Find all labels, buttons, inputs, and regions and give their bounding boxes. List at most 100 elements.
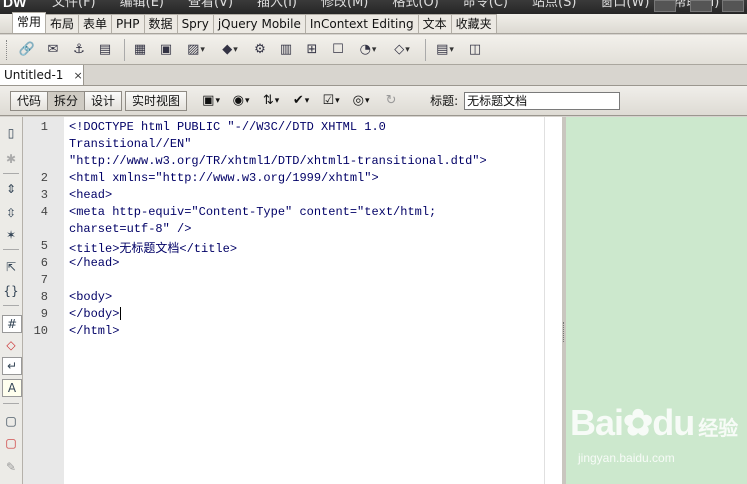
code-scrollbar[interactable] (544, 117, 563, 484)
close-icon[interactable]: × (73, 69, 82, 82)
templates-icon[interactable]: ▤ (430, 39, 460, 61)
script-icon[interactable]: ◇ (387, 39, 417, 61)
code-editor[interactable]: <!DOCTYPE html PUBLIC "-//W3C//DTD XHTML… (64, 117, 544, 484)
line-numbers-icon[interactable]: # (2, 315, 22, 333)
line-number: 4 (40, 205, 48, 219)
code-line: Transitional//EN" (69, 137, 192, 151)
collapse-full-tag-icon[interactable]: ⇕ (2, 181, 20, 197)
design-view-button[interactable]: 设计 (84, 90, 123, 111)
extend-icon[interactable] (690, 0, 712, 12)
toolbar-separator (3, 305, 19, 306)
layout-switch-icon[interactable] (654, 0, 676, 12)
watermark-url: jingyan.baidu.com (578, 451, 675, 465)
code-line: <!DOCTYPE html PUBLIC "-//W3C//DTD XHTML… (69, 120, 386, 134)
toolbar-separator (3, 173, 19, 174)
menu-site[interactable]: 站点(S) (520, 0, 588, 12)
expand-all-icon[interactable]: ✶ (2, 227, 20, 243)
tab-spry[interactable]: Spry (176, 14, 214, 33)
file-management-icon[interactable]: ⇅ (260, 91, 282, 111)
watermark-cn: 经验 (698, 416, 739, 440)
date-icon[interactable]: ▥ (275, 39, 297, 61)
line-number: 1 (40, 120, 48, 134)
widget-icon[interactable]: ⚙ (249, 39, 271, 61)
table-icon[interactable]: ▦ (129, 39, 151, 61)
insert-toolbar: 🔗 ✉ ⚓ ▤ ▦ ▣ ▨ ◆ ⚙ ▥ ⊞ ☐ ◔ ◇ ▤ ◫ (0, 35, 747, 65)
menu-commands[interactable]: 命令(C) (451, 0, 520, 12)
syntax-coloring-icon[interactable]: A (2, 379, 22, 397)
remove-comment-icon[interactable]: ▢ (2, 435, 20, 451)
line-number: 2 (40, 171, 48, 185)
menu-insert[interactable]: 插入(I) (245, 0, 309, 12)
apply-comment-icon[interactable]: ▢ (2, 413, 20, 429)
tab-layout[interactable]: 布局 (45, 14, 80, 33)
check-browser-icon[interactable]: ☑ (320, 91, 342, 111)
baidu-watermark: Bai✿du 经验 (570, 402, 738, 444)
title-label: 标题: (430, 94, 459, 108)
tab-common[interactable]: 常用 (12, 12, 47, 33)
text-cursor (120, 307, 122, 321)
tab-php[interactable]: PHP (111, 14, 145, 33)
toolbar-separator (3, 249, 19, 250)
watermark-brand: Bai (570, 402, 624, 443)
toolbar-grip[interactable] (6, 39, 10, 60)
tab-text[interactable]: 文本 (417, 14, 452, 33)
site-icon[interactable] (722, 0, 744, 12)
document-toolbar: 代码 拆分 设计 实时视图 ▣ ◉ ⇅ ✔ ☑ ◎ ↻ 标题: 无标题文档 (0, 86, 747, 116)
menu-bar: DW 文件(F) 编辑(E) 查看(V) 插入(I) 修改(M) 格式(O) 命… (0, 0, 747, 14)
open-documents-icon[interactable]: ▯ (2, 125, 20, 141)
comment-icon[interactable]: ☐ (327, 39, 349, 61)
wrap-tag-icon[interactable]: ✎ (2, 459, 20, 475)
tab-favorites[interactable]: 收藏夹 (450, 14, 497, 33)
code-line: charset=utf-8" /> (69, 222, 192, 236)
head-icon[interactable]: ◔ (353, 39, 383, 61)
watermark-brand-suffix: du (652, 402, 695, 443)
tag-chooser-icon[interactable]: ◫ (464, 39, 486, 61)
line-number: 9 (40, 307, 48, 321)
document-tab[interactable]: Untitled-1 × (0, 65, 84, 85)
word-wrap-icon[interactable]: ↵ (2, 357, 22, 375)
line-number: 8 (40, 290, 48, 304)
document-tab-title: Untitled-1 (4, 68, 64, 82)
named-anchor-icon[interactable]: ⚓ (68, 39, 90, 61)
images-icon[interactable]: ▨ (181, 39, 211, 61)
insert-div-icon[interactable]: ▣ (155, 39, 177, 61)
server-side-include-icon[interactable]: ⊞ (301, 39, 323, 61)
media-icon[interactable]: ◆ (215, 39, 245, 61)
code-view-button[interactable]: 代码 (10, 90, 49, 111)
live-view-button[interactable]: 实时视图 (125, 90, 188, 111)
menu-view[interactable]: 查看(V) (176, 0, 245, 12)
code-line: <title>无标题文档</title> (69, 242, 238, 256)
visual-aids-icon[interactable]: ◎ (350, 91, 372, 111)
balance-braces-icon[interactable]: {} (2, 283, 20, 299)
email-link-icon[interactable]: ✉ (42, 39, 64, 61)
menu-modify[interactable]: 修改(M) (309, 0, 380, 12)
menu-edit[interactable]: 编辑(E) (108, 0, 176, 12)
refresh-icon[interactable]: ↻ (380, 91, 402, 111)
menu-format[interactable]: 格式(O) (380, 0, 450, 12)
preview-browser-icon[interactable]: ◉ (230, 91, 252, 111)
show-code-navigator-icon[interactable]: ✱ (2, 151, 20, 167)
line-number: 6 (40, 256, 48, 270)
select-parent-tag-icon[interactable]: ⇱ (2, 259, 20, 275)
code-line: <body> (69, 290, 113, 304)
title-field[interactable]: 无标题文档 (464, 91, 621, 110)
toolbar-separator (425, 38, 426, 61)
split-view-button[interactable]: 拆分 (47, 90, 86, 111)
menu-file[interactable]: 文件(F) (40, 0, 108, 12)
menu-window[interactable]: 窗口(W) (588, 0, 661, 12)
w3c-validation-icon[interactable]: ✔ (290, 91, 312, 111)
horizontal-rule-icon[interactable]: ▤ (94, 39, 116, 61)
tab-data[interactable]: 数据 (143, 14, 178, 33)
toolbar-separator (3, 403, 19, 404)
coding-toolbar: ▯ ✱ ⇕ ⇳ ✶ ⇱ {} # ◇ ↵ A ▢ ▢ ✎ (0, 117, 23, 484)
tab-jquery-mobile[interactable]: jQuery Mobile (212, 14, 306, 33)
multiscreen-icon[interactable]: ▣ (200, 91, 222, 111)
collapse-selection-icon[interactable]: ⇳ (2, 205, 20, 221)
menu-items: 文件(F) 编辑(E) 查看(V) 插入(I) 修改(M) 格式(O) 命令(C… (40, 0, 731, 12)
document-tab-bar: Untitled-1 × (0, 65, 747, 86)
highlight-invalid-code-icon[interactable]: ◇ (2, 337, 20, 353)
hyperlink-icon[interactable]: 🔗 (16, 39, 38, 61)
tab-incontext-editing[interactable]: InContext Editing (304, 14, 419, 33)
tab-forms[interactable]: 表单 (78, 14, 113, 33)
code-line: <meta http-equiv="Content-Type" content=… (69, 205, 437, 219)
